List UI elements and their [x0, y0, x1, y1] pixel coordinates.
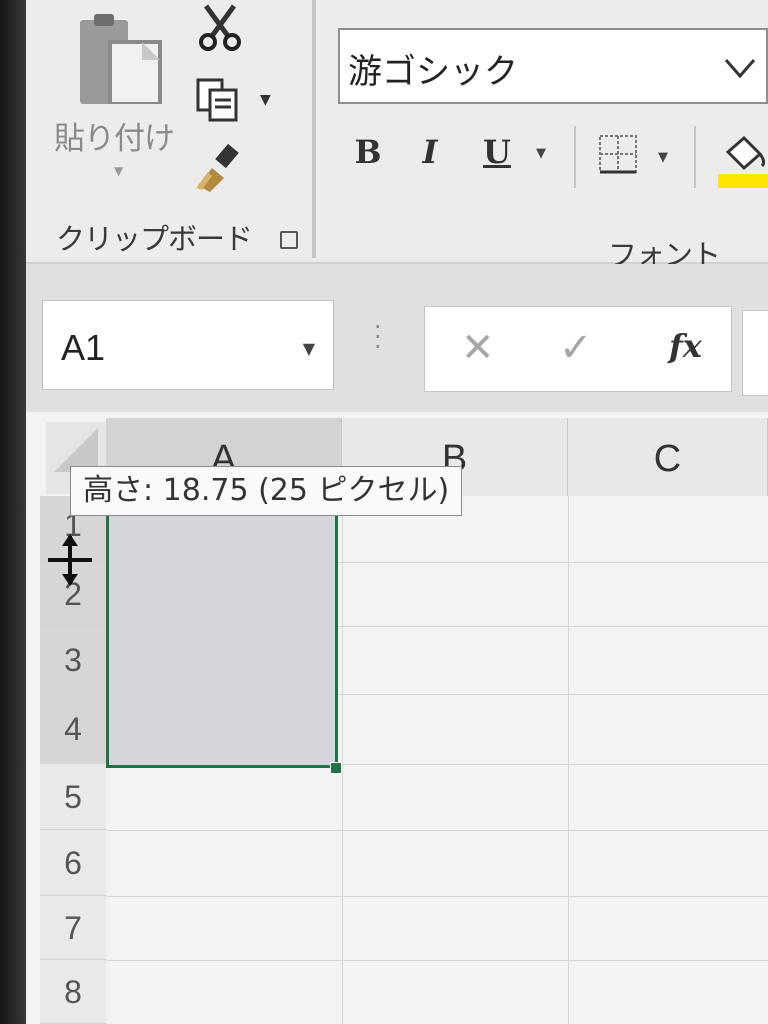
row-height-tooltip: 高さ: 18.75 (25 ピクセル)	[70, 466, 463, 516]
resize-handle-icon[interactable]: · · ·	[374, 315, 382, 359]
insert-function-button[interactable]: fx	[669, 327, 702, 365]
selected-range-a1-a4[interactable]	[106, 500, 338, 768]
underline-button[interactable]: U	[478, 124, 516, 180]
separator	[694, 126, 696, 188]
row-gridline	[106, 960, 768, 961]
column-gridline	[342, 496, 343, 1024]
row-header-4[interactable]: 4	[40, 694, 106, 764]
enter-icon[interactable]: ✓	[559, 325, 593, 371]
format-painter-icon[interactable]	[194, 142, 246, 192]
dialog-launcher-icon[interactable]	[280, 231, 298, 249]
name-box-dropdown-arrow[interactable]: ▼	[303, 339, 315, 358]
clipboard-group-label: クリップボード	[56, 222, 253, 256]
column-header-c[interactable]: C	[568, 418, 768, 496]
row-header-5[interactable]: 5	[40, 764, 106, 830]
row-header-3[interactable]: 3	[40, 626, 106, 694]
group-separator	[314, 0, 316, 258]
name-box-value: A1	[61, 327, 106, 368]
column-gridline	[568, 496, 569, 1024]
copy-dropdown-arrow[interactable]: ▼	[260, 92, 271, 108]
group-separator	[312, 0, 314, 258]
underline-dropdown-arrow[interactable]: ▼	[536, 146, 546, 161]
separator	[574, 126, 576, 188]
cancel-icon[interactable]: ✕	[461, 325, 495, 371]
copy-icon[interactable]	[194, 76, 242, 124]
row-header-8[interactable]: 8	[40, 960, 106, 1024]
formula-input[interactable]	[742, 310, 768, 396]
row-header-6[interactable]: 6	[40, 830, 106, 896]
paste-icon[interactable]	[54, 12, 166, 104]
paste-dropdown-arrow[interactable]: ▼	[114, 164, 123, 178]
formula-buttons: ✕ ✓ fx	[424, 306, 732, 392]
bold-button[interactable]: B	[348, 124, 388, 180]
cut-icon[interactable]	[196, 4, 244, 52]
row-header-7[interactable]: 7	[40, 896, 106, 960]
font-name-value: 游ゴシック	[348, 52, 518, 92]
chevron-down-icon[interactable]	[722, 50, 758, 86]
row-resize-cursor-icon	[48, 534, 92, 586]
row-gridline	[106, 830, 768, 831]
name-box[interactable]: A1 ▼	[42, 300, 334, 390]
row-gridline	[106, 896, 768, 897]
fill-color-icon[interactable]	[718, 132, 768, 188]
italic-button[interactable]: I	[412, 124, 448, 180]
borders-icon[interactable]	[598, 134, 638, 174]
paste-button-label[interactable]: 貼り付け	[54, 113, 175, 158]
borders-dropdown-arrow[interactable]: ▼	[658, 150, 668, 165]
monitor-bezel	[0, 0, 26, 1024]
font-name-select[interactable]: 游ゴシック	[338, 28, 768, 104]
fill-handle[interactable]	[330, 762, 342, 774]
